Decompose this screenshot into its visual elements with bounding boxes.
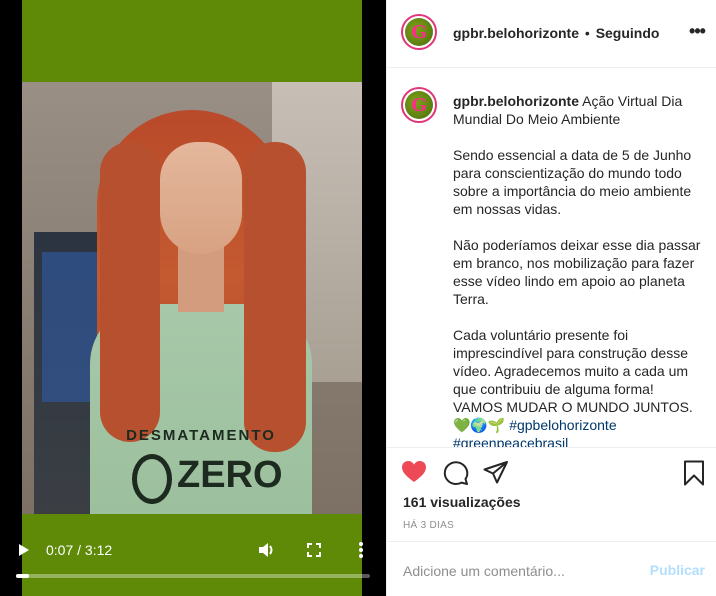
play-button[interactable]: [16, 540, 32, 560]
fullscreen-button[interactable]: [305, 540, 323, 560]
shirt-print-letters: ZERO: [177, 454, 283, 496]
more-horizontal-icon: •••: [689, 21, 706, 41]
caption-body: Sendo essencial a data de 5 de Junho par…: [453, 147, 701, 433]
video-frame[interactable]: DESMATAMENTO ZERO: [22, 0, 362, 596]
avatar[interactable]: G: [401, 14, 437, 50]
shirt-print-text: DESMATAMENTO: [126, 427, 276, 444]
comment-button[interactable]: [443, 460, 469, 486]
video-time: 0:07 / 3:12: [46, 542, 113, 558]
volume-icon: [259, 543, 273, 557]
header-username[interactable]: gpbr.belohorizonte • Seguindo: [453, 25, 659, 41]
post-options-button[interactable]: •••: [687, 21, 707, 42]
view-count[interactable]: 161 visualizações: [403, 494, 521, 510]
progress-bar[interactable]: [16, 574, 370, 578]
follow-button[interactable]: Seguindo: [596, 25, 660, 41]
send-icon: [483, 461, 508, 484]
volume-button[interactable]: [257, 540, 277, 560]
video-scene: DESMATAMENTO ZERO: [22, 82, 362, 514]
caption-section[interactable]: G gpbr.belohorizonte Ação Virtual Dia Mu…: [387, 69, 716, 447]
more-vertical-icon: [359, 542, 363, 558]
duration: 3:12: [84, 542, 113, 558]
caption-text: gpbr.belohorizonte Ação Virtual Dia Mund…: [453, 92, 705, 447]
video-more-button[interactable]: [353, 540, 369, 560]
progress-fill: [16, 574, 29, 578]
separator-dot: •: [584, 25, 590, 41]
post-panel: G gpbr.belohorizonte • Seguindo ••• G gp…: [386, 0, 716, 596]
post-actions: 161 visualizações HÁ 3 DIAS: [387, 447, 716, 541]
post-header: G gpbr.belohorizonte • Seguindo •••: [387, 0, 716, 68]
hashtag-link[interactable]: #gpbelohorizonte: [509, 417, 616, 433]
heart-icon: [402, 461, 426, 482]
current-time: 0:07: [46, 542, 74, 558]
fullscreen-icon: [307, 543, 321, 557]
video-controls: 0:07 / 3:12: [0, 530, 386, 596]
comment-icon: [443, 461, 469, 485]
video-player[interactable]: DESMATAMENTO ZERO 0:07 / 3:12: [0, 0, 386, 596]
hashtag-link[interactable]: #greenpeacebrasil: [453, 434, 705, 447]
share-button[interactable]: [483, 460, 509, 486]
caption-username[interactable]: gpbr.belohorizonte: [453, 93, 579, 109]
like-button[interactable]: [401, 460, 427, 486]
play-icon: [19, 544, 29, 556]
save-button[interactable]: [683, 460, 709, 486]
comment-input[interactable]: [403, 560, 643, 582]
comment-bar: Publicar: [387, 541, 716, 596]
bookmark-icon: [684, 460, 704, 486]
shirt-logo: [132, 454, 172, 504]
post-timestamp[interactable]: HÁ 3 DIAS: [403, 520, 454, 531]
publish-button[interactable]: Publicar: [650, 562, 705, 578]
caption-avatar[interactable]: G: [401, 87, 437, 123]
